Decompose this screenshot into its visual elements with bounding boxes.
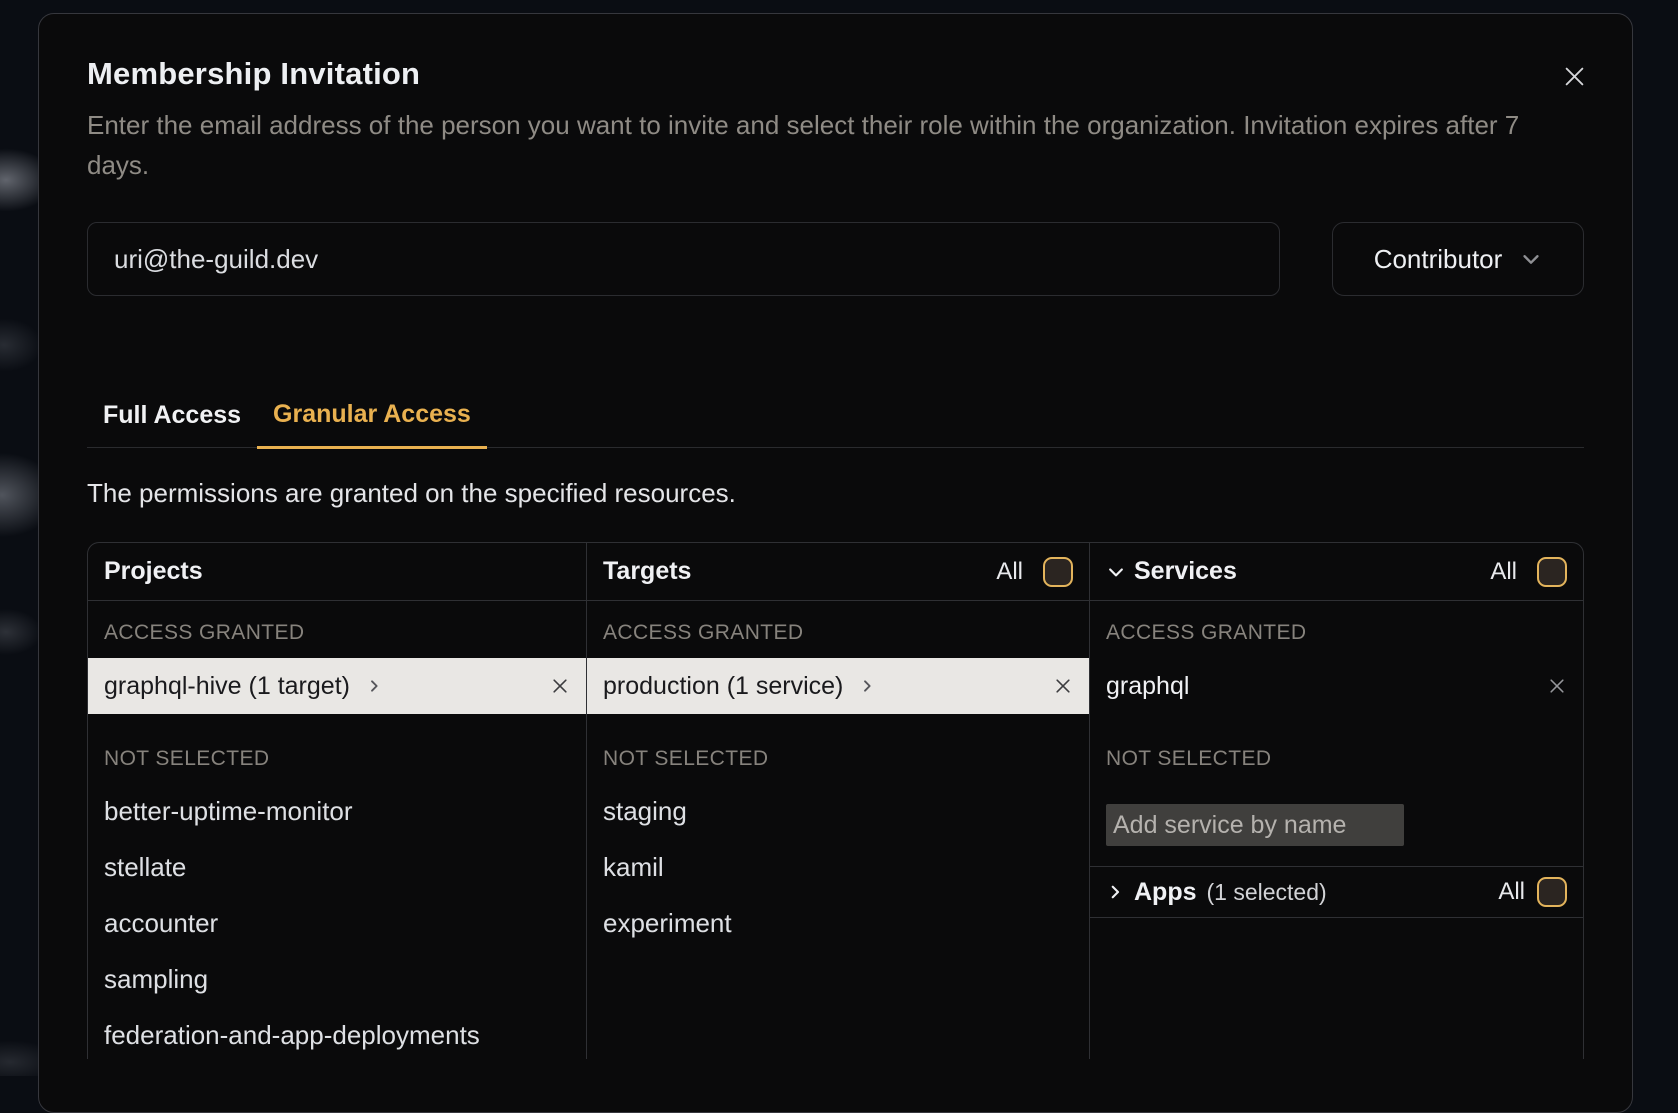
- project-selected-row[interactable]: graphql-hive (1 target): [88, 658, 586, 714]
- projects-column: Projects ACCESS GRANTED graphql-hive (1 …: [88, 543, 587, 1059]
- chevron-down-icon: [1106, 562, 1126, 582]
- targets-header: Targets All: [587, 543, 1089, 601]
- role-select-value: Contributor: [1374, 244, 1503, 275]
- dialog-description: Enter the email address of the person yo…: [87, 105, 1584, 185]
- project-selected-label: graphql-hive (1 target): [104, 672, 350, 701]
- chevron-right-icon: [1106, 883, 1124, 901]
- targets-access-granted-label: ACCESS GRANTED: [603, 621, 1073, 645]
- remove-service-button[interactable]: [1547, 676, 1567, 696]
- dialog-title: Membership Invitation: [87, 14, 1584, 92]
- services-all-label: All: [1490, 558, 1517, 586]
- tab-granular-access[interactable]: Granular Access: [257, 400, 487, 449]
- services-not-selected-label: NOT SELECTED: [1106, 747, 1567, 771]
- close-button[interactable]: [1552, 54, 1596, 98]
- targets-all-label: All: [996, 558, 1023, 586]
- role-select[interactable]: Contributor: [1332, 222, 1584, 296]
- projects-list: better-uptime-monitor stellate accounter…: [88, 783, 586, 1059]
- services-all-checkbox[interactable]: [1537, 557, 1567, 587]
- targets-header-label: Targets: [603, 557, 691, 586]
- chevron-right-icon: [859, 678, 875, 694]
- email-input[interactable]: [87, 222, 1280, 296]
- projects-header: Projects: [88, 543, 586, 601]
- target-item[interactable]: kamil: [587, 839, 1089, 895]
- membership-invitation-dialog: Membership Invitation Enter the email ad…: [38, 13, 1633, 1113]
- apps-label: Apps: [1134, 878, 1197, 907]
- services-access-granted-label: ACCESS GRANTED: [1106, 621, 1567, 645]
- tab-full-access[interactable]: Full Access: [87, 400, 257, 447]
- projects-access-granted-label: ACCESS GRANTED: [104, 621, 570, 645]
- x-icon: [1547, 676, 1567, 696]
- invite-row: Contributor: [87, 222, 1584, 296]
- remove-target-button[interactable]: [1053, 676, 1073, 696]
- targets-list: staging kamil experiment: [587, 783, 1089, 951]
- project-item[interactable]: accounter: [88, 895, 586, 951]
- chevron-right-icon: [366, 678, 382, 694]
- targets-column: Targets All ACCESS GRANTED production (1…: [587, 543, 1090, 1059]
- resource-table: Projects ACCESS GRANTED graphql-hive (1 …: [87, 542, 1584, 1059]
- apps-all-label: All: [1498, 878, 1525, 906]
- add-service-input[interactable]: [1106, 804, 1404, 846]
- project-item[interactable]: federation-and-app-deployments: [88, 1007, 586, 1059]
- target-item[interactable]: experiment: [587, 895, 1089, 951]
- target-item[interactable]: staging: [587, 783, 1089, 839]
- access-tabs: Full Access Granular Access: [87, 400, 1584, 448]
- project-item[interactable]: better-uptime-monitor: [88, 783, 586, 839]
- permissions-note: The permissions are granted on the speci…: [87, 478, 1584, 509]
- chevron-down-icon: [1520, 248, 1542, 270]
- projects-header-label: Projects: [104, 557, 203, 586]
- targets-all-checkbox[interactable]: [1043, 557, 1073, 587]
- projects-not-selected-label: NOT SELECTED: [104, 747, 570, 771]
- targets-not-selected-label: NOT SELECTED: [603, 747, 1073, 771]
- service-selected-row: graphql: [1090, 658, 1583, 714]
- target-selected-label: production (1 service): [603, 672, 843, 701]
- close-icon: [1561, 63, 1588, 90]
- services-header-label: Services: [1134, 557, 1237, 586]
- apps-all-checkbox[interactable]: [1537, 877, 1567, 907]
- apps-selected-count: (1 selected): [1207, 879, 1327, 906]
- project-item[interactable]: stellate: [88, 839, 586, 895]
- x-icon: [550, 676, 570, 696]
- services-header[interactable]: Services All: [1090, 543, 1583, 601]
- service-selected-label: graphql: [1106, 672, 1189, 701]
- x-icon: [1053, 676, 1073, 696]
- apps-row[interactable]: Apps (1 selected) All: [1090, 866, 1583, 918]
- remove-project-button[interactable]: [550, 676, 570, 696]
- services-column: Services All ACCESS GRANTED graphql NOT …: [1090, 543, 1583, 1059]
- target-selected-row[interactable]: production (1 service): [587, 658, 1089, 714]
- project-item[interactable]: sampling: [88, 951, 586, 1007]
